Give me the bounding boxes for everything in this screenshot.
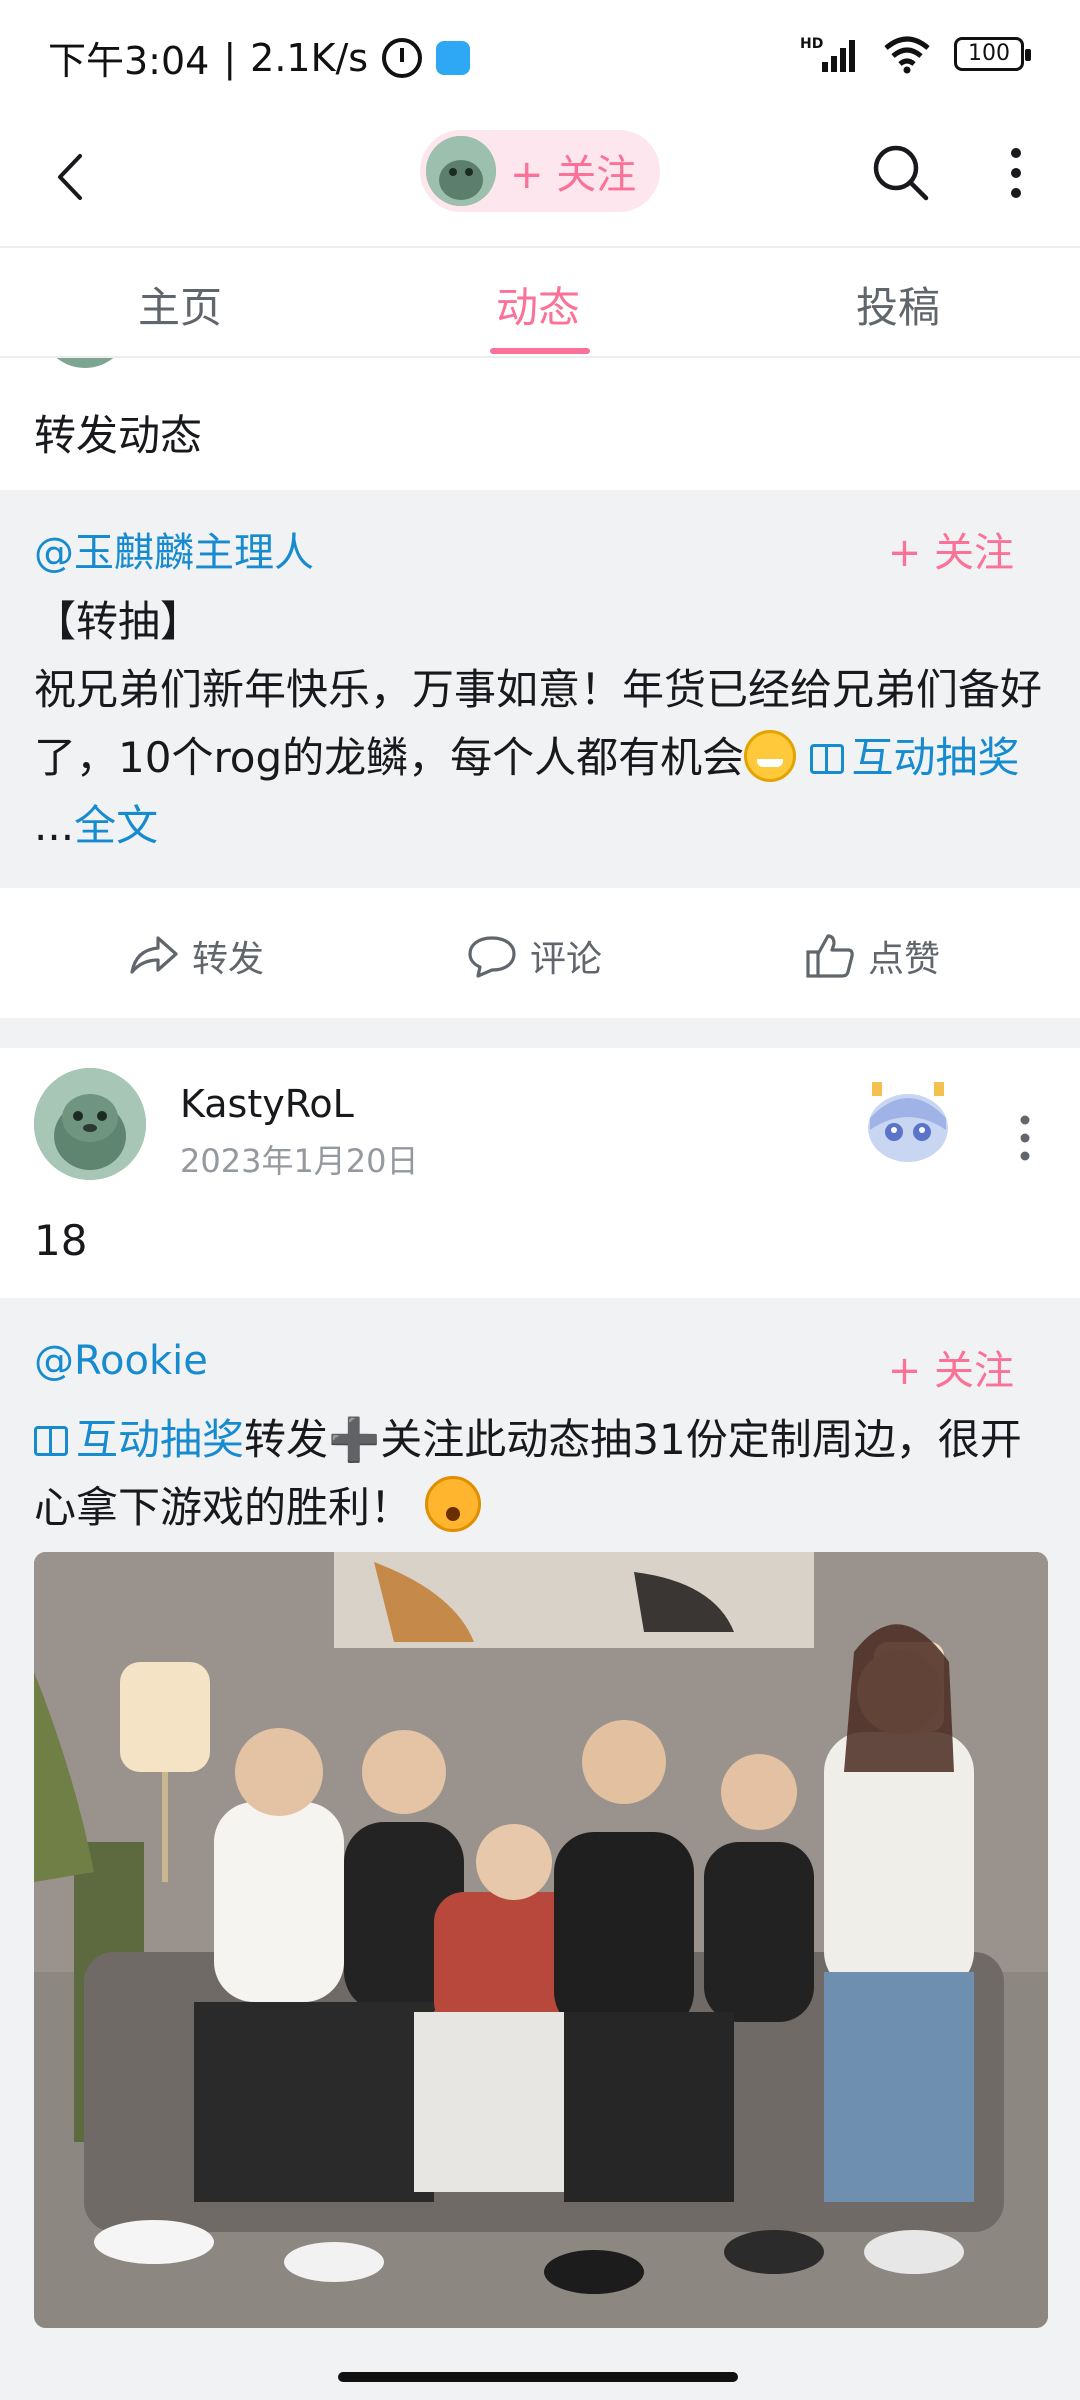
post-text: 18 [34,1216,88,1265]
lottery-link[interactable]: 互动抽奖 [34,1415,244,1464]
post-text: 转发动态 [34,411,203,460]
lottery-link-label: 互动抽奖 [76,1415,245,1464]
search-icon[interactable] [866,138,936,208]
avatar[interactable] [40,358,130,368]
username[interactable]: KastyRoL [180,1082,354,1126]
shocked-emoji-icon [425,1476,482,1532]
post-photo[interactable] [34,1552,1048,2328]
forward-button[interactable]: 转发 [128,930,264,982]
feed-card[interactable]: 转发动态 @玉麒麟主理人 + 关注 【转抽】 祝兄弟们新年快乐，万事如意！年货已… [0,358,1080,1018]
forward-label: 转发 [192,939,265,980]
wifi-icon [884,36,930,74]
home-indicator[interactable] [338,2372,738,2382]
dynamic-feed[interactable]: 转发动态 @玉麒麟主理人 + 关注 【转抽】 祝兄弟们新年快乐，万事如意！年货已… [0,358,1080,2400]
repost-box[interactable]: @玉麒麟主理人 + 关注 【转抽】 祝兄弟们新年快乐，万事如意！年货已经给兄弟们… [0,490,1080,888]
feed-card[interactable]: KastyRoL 2023年1月20日 18 @Rookie + 关注 互动抽奖… [0,1048,1080,2400]
tab-submissions[interactable]: 投稿 [856,274,940,335]
full-text-link[interactable]: 全文 [74,801,158,850]
avatar[interactable] [34,1068,146,1180]
action-bar: 转发 评论 点赞 [0,888,1080,1018]
status-left: 下午3:04 | 2.1K/s [48,30,471,85]
repost-author-link[interactable]: @玉麒麟主理人 [34,520,314,578]
repost-title: 【转抽】 [34,597,203,646]
like-button[interactable]: 点赞 [804,930,940,982]
decoration-badge-icon [868,1082,948,1162]
group-photo [34,1552,1048,2328]
card-more-icon[interactable] [1010,1108,1040,1168]
repost-follow-button[interactable]: + 关注 [888,520,1014,578]
alarm-icon [382,37,423,78]
app-notification-icon [436,40,471,75]
comment-button[interactable]: 评论 [466,930,602,982]
comment-icon [468,936,516,978]
post-date: 2023年1月20日 [180,1142,419,1180]
status-right: HD 100 [800,34,1031,74]
repost-box[interactable]: @Rookie + 关注 互动抽奖转发➕关注此动态抽31份定制周边，很开心拿下游… [0,1298,1080,2400]
gift-icon [809,744,844,774]
gift-icon [34,1426,68,1456]
header-avatar [426,136,496,206]
grin-emoji-icon [744,730,797,782]
lottery-link[interactable]: 互动抽奖 [809,733,1020,782]
repost-content: 祝兄弟们新年快乐，万事如意！年货已经给兄弟们备好了，10个rog的龙鳞，每个人都… [34,656,1044,860]
repost-body: 【转抽】 祝兄弟们新年快乐，万事如意！年货已经给兄弟们备好了，10个rog的龙鳞… [34,588,1044,860]
status-time: 下午3:04 [48,39,210,83]
network-label: HD [800,36,823,52]
status-speed: 2.1K/s [250,35,369,80]
battery-icon: 100 [954,37,1031,71]
back-icon[interactable] [40,142,110,212]
signal-icon: HD [800,36,855,72]
tab-dynamic[interactable]: 动态 [496,274,580,335]
comment-label: 评论 [530,939,603,980]
tab-active-indicator [490,348,590,354]
ellipsis: ... [34,801,75,850]
status-bar: 下午3:04 | 2.1K/s HD 100 [0,0,1080,108]
tab-home[interactable]: 主页 [138,274,222,335]
thumbs-up-icon [806,934,854,978]
repost-author-link[interactable]: @Rookie [34,1338,208,1384]
header-follow-label: + 关注 [510,152,637,198]
like-label: 点赞 [868,939,941,980]
more-options-icon[interactable] [996,138,1036,208]
profile-tabs: 主页 动态 投稿 [0,250,1080,358]
lottery-link-label: 互动抽奖 [851,733,1020,782]
top-nav-bar: + 关注 [0,108,1080,248]
repost-follow-button[interactable]: + 关注 [888,1338,1014,1396]
repost-body: 互动抽奖转发➕关注此动态抽31份定制周边，很开心拿下游戏的胜利！ [34,1406,1044,1542]
status-separator: | [223,35,237,80]
header-follow-button[interactable]: + 关注 [420,130,660,212]
share-arrow-icon [130,936,178,974]
